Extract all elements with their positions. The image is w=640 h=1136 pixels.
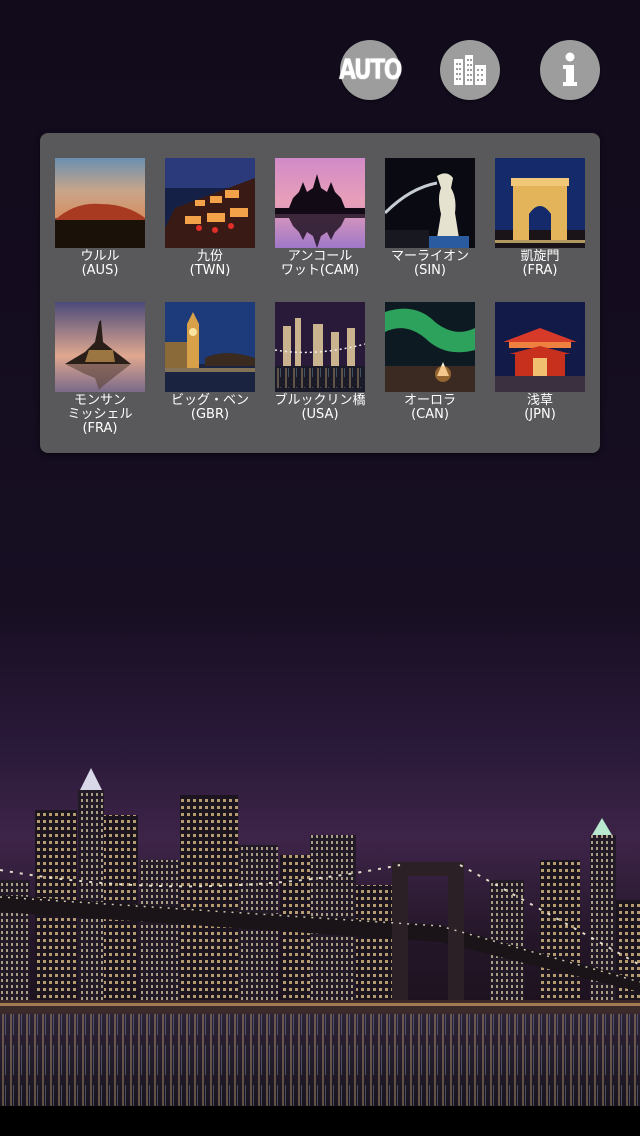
- big-ben-thumbnail: [165, 302, 255, 392]
- auto-button-label: AUTO: [339, 54, 402, 86]
- location-tile-big-ben[interactable]: ビッグ・ベン (GBR): [150, 302, 260, 452]
- brooklyn-bridge-thumbnail: [275, 302, 365, 392]
- uluru-thumbnail: [55, 158, 145, 248]
- info-icon: [563, 52, 577, 86]
- mont-saint-michel-thumbnail: [55, 302, 145, 392]
- location-tile-merlion[interactable]: マーライオン (SIN): [370, 158, 480, 308]
- location-tile-aurora[interactable]: オーロラ (CAN): [370, 302, 480, 452]
- location-tile-arc-de-triomphe[interactable]: 凱旋門 (FRA): [480, 158, 590, 308]
- location-tile-uluru[interactable]: ウルル (AUS): [40, 158, 150, 308]
- location-tile-brooklyn-bridge[interactable]: ブルックリン橋 (USA): [260, 302, 370, 452]
- angkor-wat-thumbnail: [275, 158, 365, 248]
- merlion-thumbnail: [385, 158, 475, 248]
- asakusa-thumbnail: [495, 302, 585, 392]
- jiufen-thumbnail: [165, 158, 255, 248]
- location-panel: ウルル (AUS) 九份 (TWN) アンコール ワット(CAM) マーライオン…: [40, 133, 600, 453]
- aurora-thumbnail: [385, 302, 475, 392]
- location-tile-mont-saint-michel[interactable]: モンサン ミッシェル (FRA): [40, 302, 150, 452]
- city-select-button[interactable]: [440, 40, 500, 100]
- location-tile-asakusa[interactable]: 浅草 (JPN): [480, 302, 590, 452]
- app-screen: AUTO ウルル (AUS) 九份 (TWN) アンコール ワット(CAM) マ…: [0, 0, 640, 1136]
- location-tile-jiufen[interactable]: 九份 (TWN): [150, 158, 260, 308]
- arc-de-triomphe-thumbnail: [495, 158, 585, 248]
- city-buildings-icon: [454, 55, 486, 85]
- bottom-black-bar: [0, 1106, 640, 1136]
- info-button[interactable]: [540, 40, 600, 100]
- location-tile-angkor-wat[interactable]: アンコール ワット(CAM): [260, 158, 370, 308]
- location-label: 浅草 (JPN): [524, 393, 556, 422]
- location-label: 凱旋門 (FRA): [520, 249, 560, 278]
- auto-button[interactable]: AUTO: [339, 40, 402, 100]
